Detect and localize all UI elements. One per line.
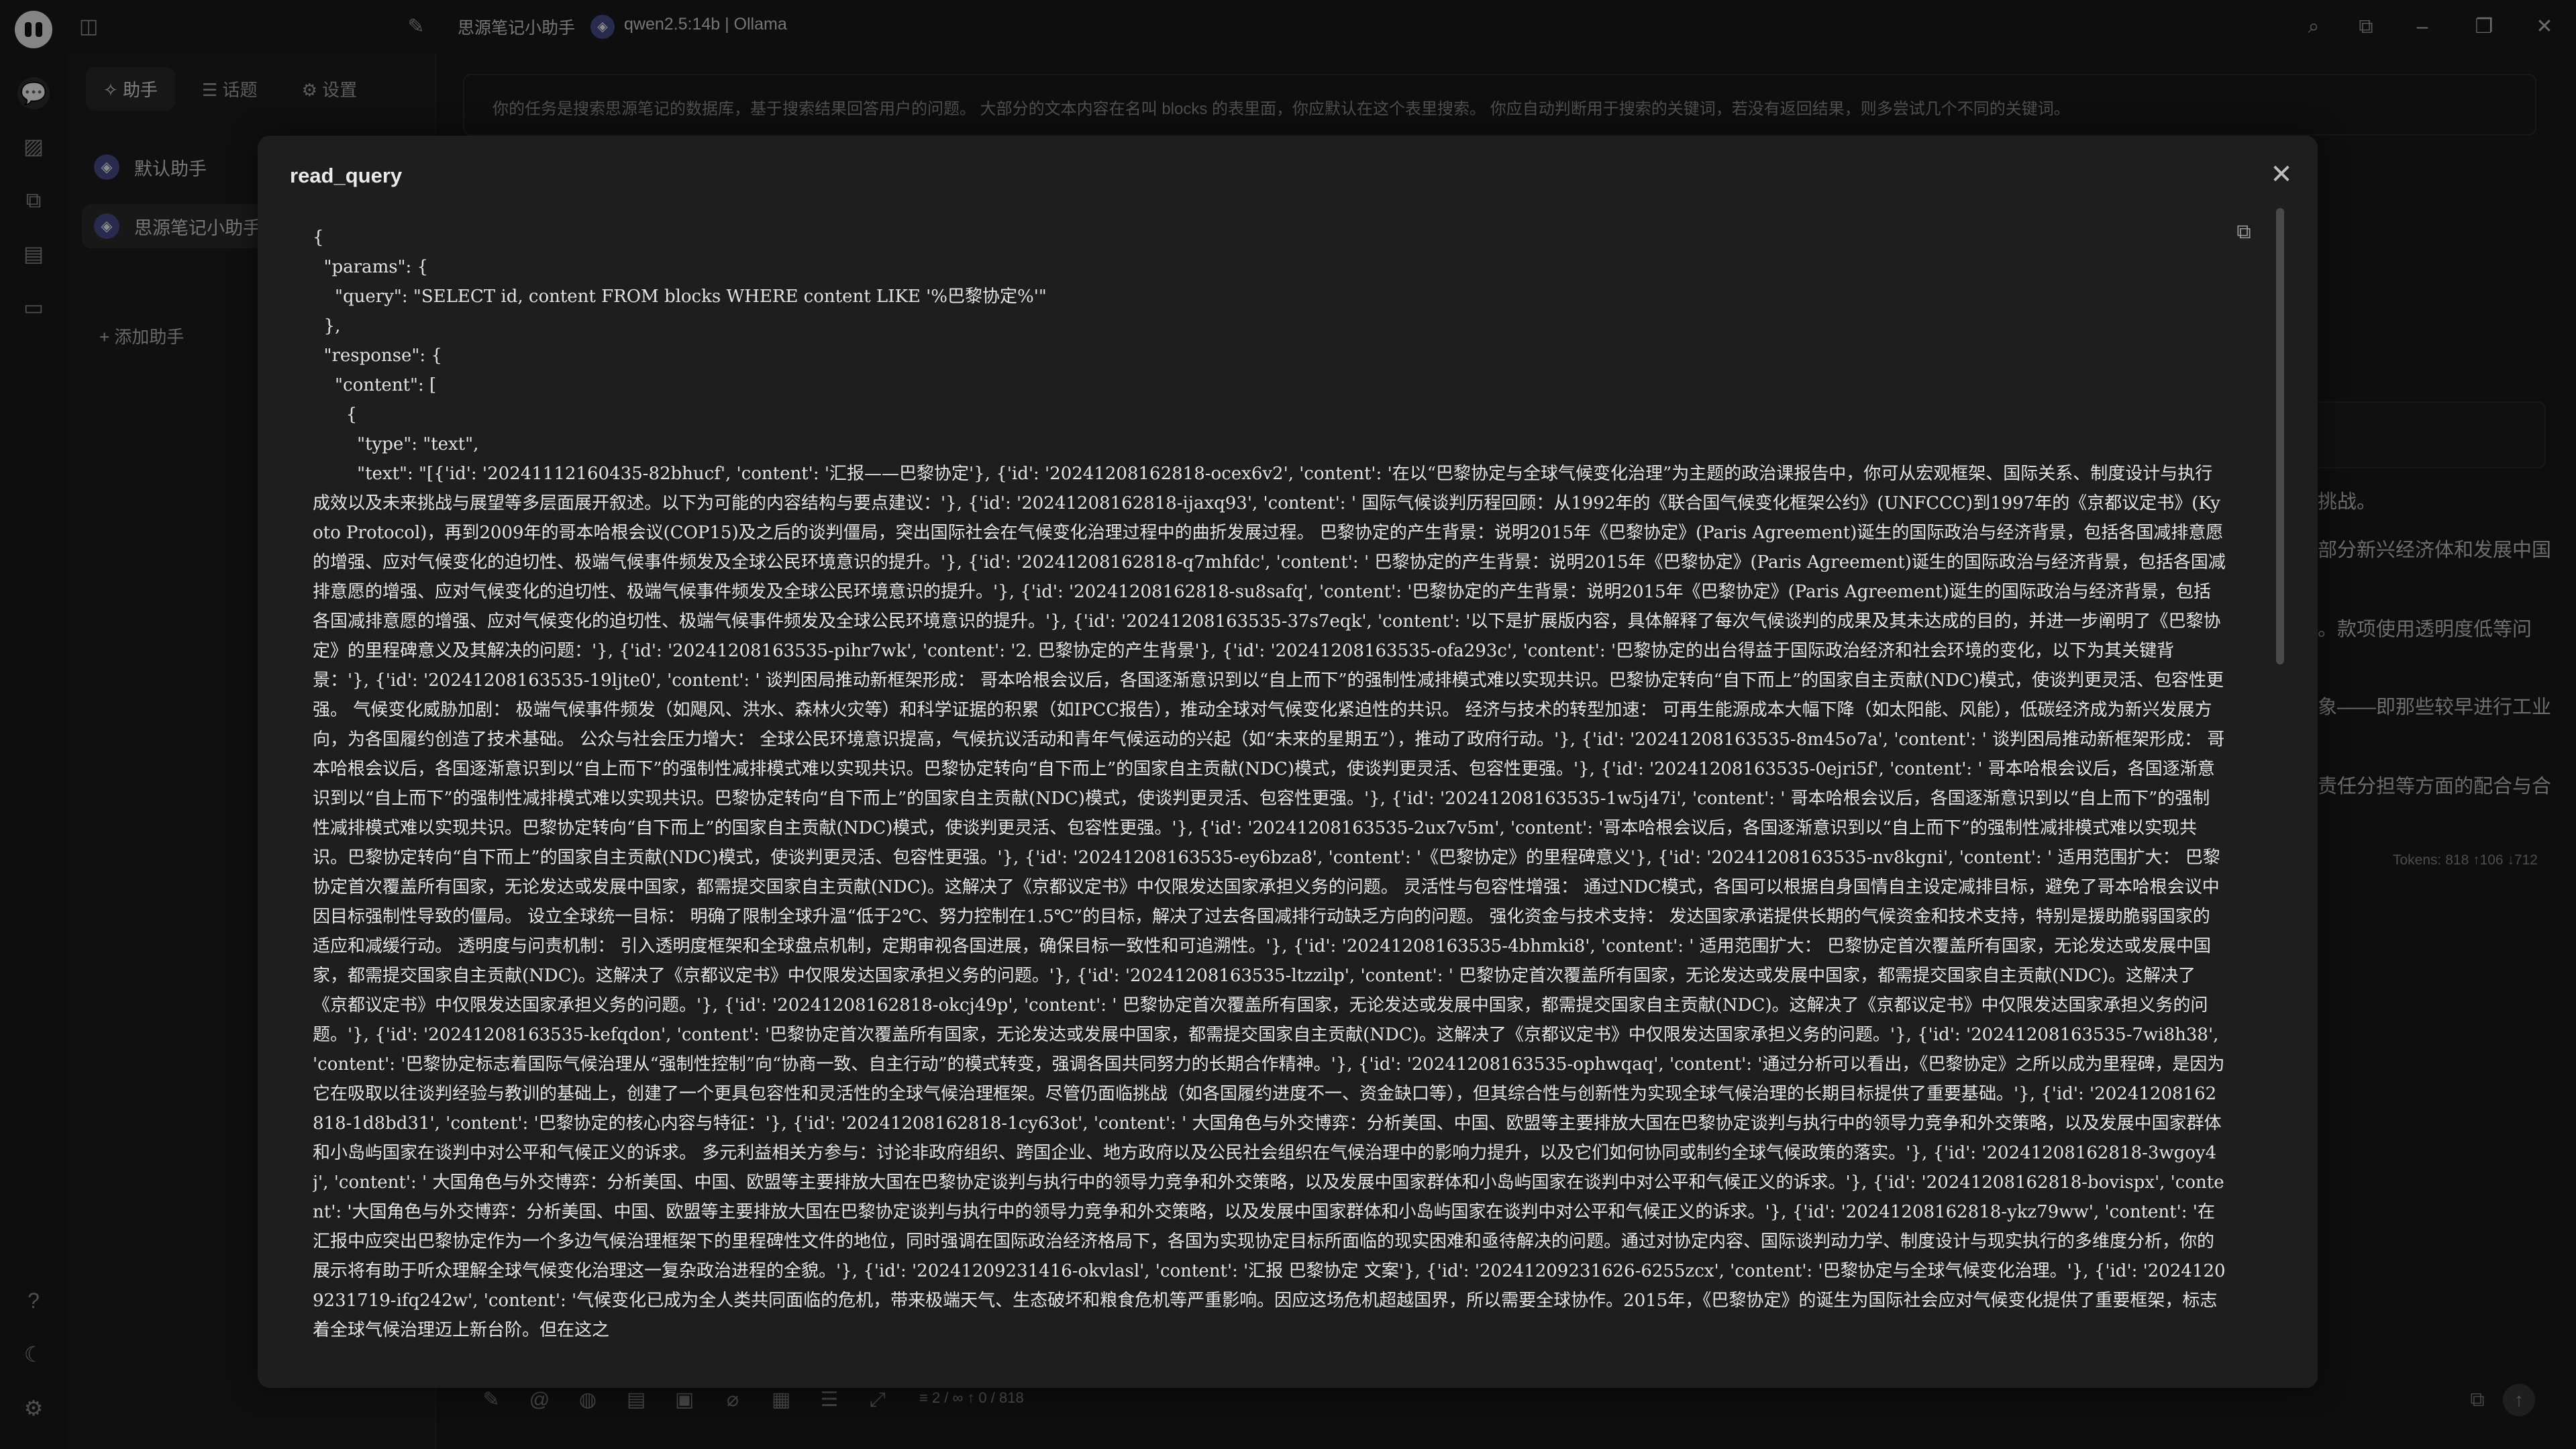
code-line: "content": [: [313, 375, 437, 395]
code-line: "response": {: [313, 346, 442, 366]
tool-result-modal: read_query ✕ ⧉ { "params": { "query": "S…: [258, 136, 2318, 1388]
copy-icon[interactable]: ⧉: [2229, 217, 2259, 247]
code-line: {: [313, 228, 324, 248]
code-line: "type": "text",: [313, 434, 479, 454]
code-line: {: [313, 405, 358, 425]
code-line: },: [313, 316, 341, 336]
tool-result-code[interactable]: { "params": { "query": "SELECT id, conte…: [313, 223, 2226, 1364]
modal-scrollbar[interactable]: [2276, 208, 2284, 1362]
scrollbar-thumb[interactable]: [2276, 208, 2284, 664]
response-text-value: "text": "[{'id': '20241112160435-82bhucf…: [313, 464, 2226, 1340]
code-line: "params": {: [313, 257, 429, 277]
code-line: "query": "SELECT id, content FROM blocks…: [313, 287, 1047, 307]
modal-title: read_query: [290, 164, 403, 187]
close-icon[interactable]: ✕: [2264, 157, 2299, 192]
